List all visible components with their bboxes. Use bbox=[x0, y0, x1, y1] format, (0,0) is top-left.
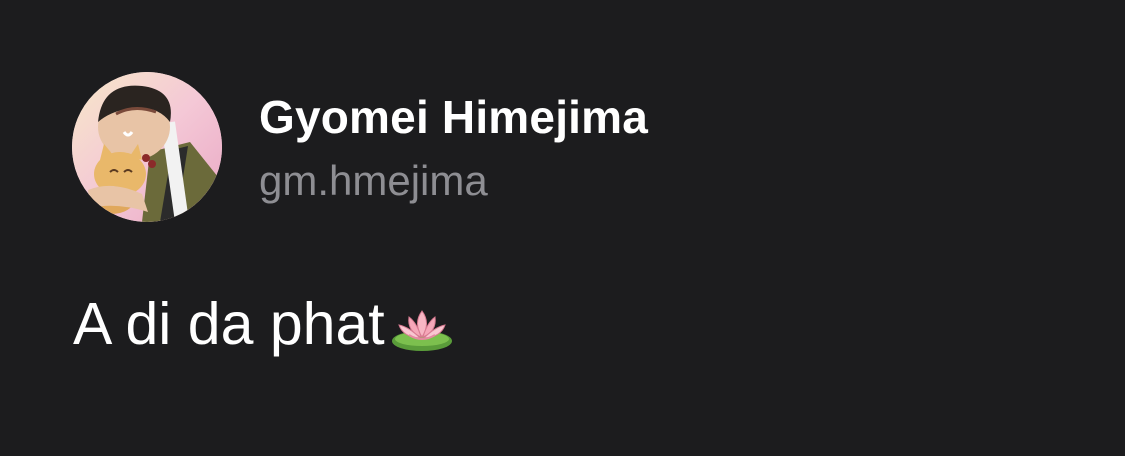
display-name[interactable]: Gyomei Himejima bbox=[259, 90, 648, 144]
bio: A di da phat bbox=[73, 290, 455, 358]
profile-card: Gyomei Himejima gm.hmejima A di da phat bbox=[0, 0, 1125, 456]
username-handle[interactable]: gm.hmejima bbox=[259, 157, 488, 205]
avatar-image-icon bbox=[72, 72, 222, 222]
bio-text: A di da phat bbox=[73, 291, 385, 357]
avatar[interactable] bbox=[72, 72, 222, 222]
lotus-emoji-icon bbox=[389, 301, 455, 351]
